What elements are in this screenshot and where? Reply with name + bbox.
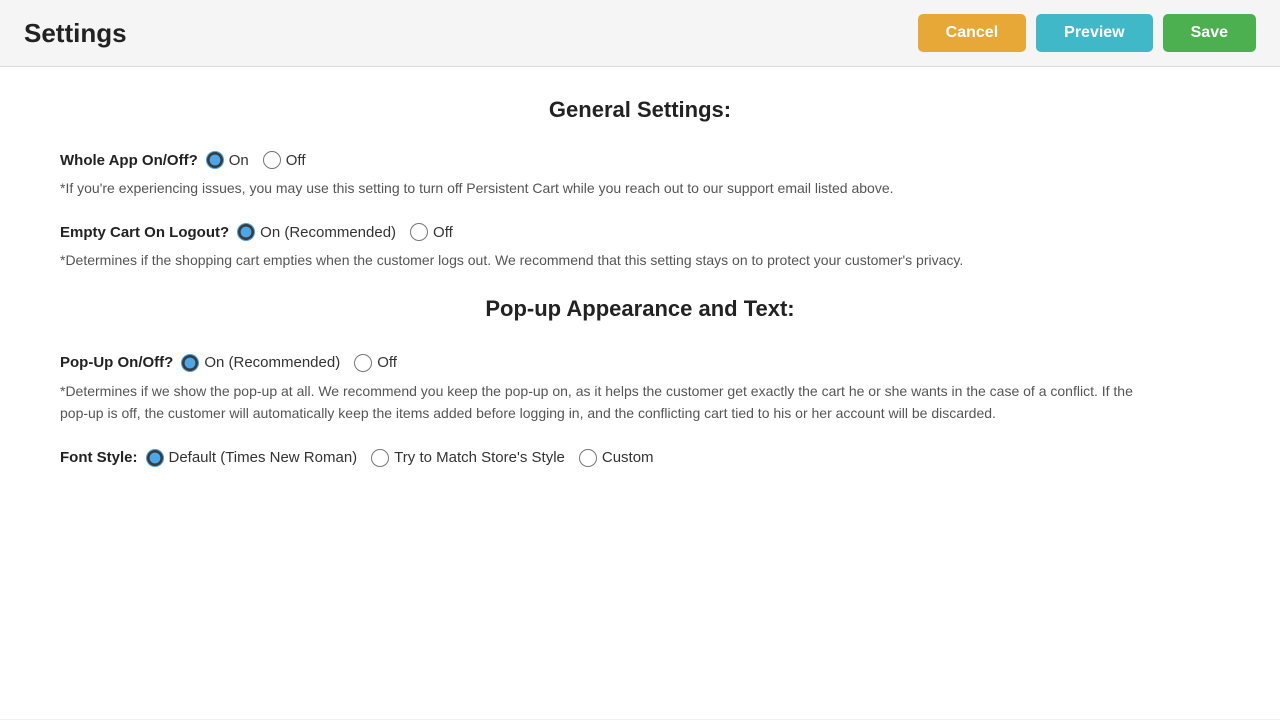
header-buttons: Cancel Preview Save — [918, 14, 1256, 52]
popup-settings-title: Pop-up Appearance and Text: — [60, 296, 1220, 322]
empty-cart-on-label[interactable]: On (Recommended) — [260, 224, 396, 241]
header: Settings Cancel Preview Save — [0, 0, 1280, 67]
popup-on-radio[interactable] — [181, 354, 199, 372]
empty-cart-setting-row: Empty Cart On Logout? On (Recommended) O… — [60, 223, 1220, 241]
empty-cart-radio-group: On (Recommended) Off — [237, 223, 453, 241]
whole-app-off-option[interactable]: Off — [263, 151, 306, 169]
popup-onoff-label: Pop-Up On/Off? — [60, 354, 173, 371]
popup-onoff-description: *Determines if we show the pop-up at all… — [60, 380, 1160, 425]
whole-app-on-label[interactable]: On — [229, 152, 249, 169]
font-custom-option[interactable]: Custom — [579, 449, 654, 467]
font-style-radio-group: Default (Times New Roman) Try to Match S… — [146, 449, 654, 467]
popup-on-label[interactable]: On (Recommended) — [204, 354, 340, 371]
whole-app-off-label[interactable]: Off — [286, 152, 306, 169]
font-custom-radio[interactable] — [579, 449, 597, 467]
page-title: Settings — [24, 18, 127, 49]
whole-app-on-radio[interactable] — [206, 151, 224, 169]
whole-app-on-option[interactable]: On — [206, 151, 249, 169]
popup-on-option[interactable]: On (Recommended) — [181, 354, 340, 372]
empty-cart-off-radio[interactable] — [410, 223, 428, 241]
empty-cart-label: Empty Cart On Logout? — [60, 224, 229, 241]
empty-cart-off-label[interactable]: Off — [433, 224, 453, 241]
font-style-label: Font Style: — [60, 449, 138, 466]
popup-off-option[interactable]: Off — [354, 354, 397, 372]
cancel-button[interactable]: Cancel — [918, 14, 1026, 52]
general-settings-title: General Settings: — [60, 97, 1220, 123]
popup-off-radio[interactable] — [354, 354, 372, 372]
popup-onoff-radio-group: On (Recommended) Off — [181, 354, 397, 372]
font-match-label[interactable]: Try to Match Store's Style — [394, 449, 565, 466]
popup-onoff-setting-row: Pop-Up On/Off? On (Recommended) Off — [60, 354, 1220, 372]
empty-cart-off-option[interactable]: Off — [410, 223, 453, 241]
empty-cart-on-option[interactable]: On (Recommended) — [237, 223, 396, 241]
font-match-radio[interactable] — [371, 449, 389, 467]
whole-app-off-radio[interactable] — [263, 151, 281, 169]
font-default-radio[interactable] — [146, 449, 164, 467]
preview-button[interactable]: Preview — [1036, 14, 1152, 52]
font-style-setting-row: Font Style: Default (Times New Roman) Tr… — [60, 449, 1220, 467]
whole-app-setting-row: Whole App On/Off? On Off — [60, 151, 1220, 169]
main-content: General Settings: Whole App On/Off? On O… — [0, 67, 1280, 719]
font-default-label[interactable]: Default (Times New Roman) — [169, 449, 358, 466]
font-custom-label[interactable]: Custom — [602, 449, 654, 466]
font-default-option[interactable]: Default (Times New Roman) — [146, 449, 358, 467]
whole-app-description: *If you're experiencing issues, you may … — [60, 177, 1160, 199]
save-button[interactable]: Save — [1163, 14, 1256, 52]
whole-app-label: Whole App On/Off? — [60, 152, 198, 169]
popup-off-label[interactable]: Off — [377, 354, 397, 371]
empty-cart-description: *Determines if the shopping cart empties… — [60, 249, 1160, 271]
font-match-store-option[interactable]: Try to Match Store's Style — [371, 449, 565, 467]
whole-app-radio-group: On Off — [206, 151, 306, 169]
empty-cart-on-radio[interactable] — [237, 223, 255, 241]
